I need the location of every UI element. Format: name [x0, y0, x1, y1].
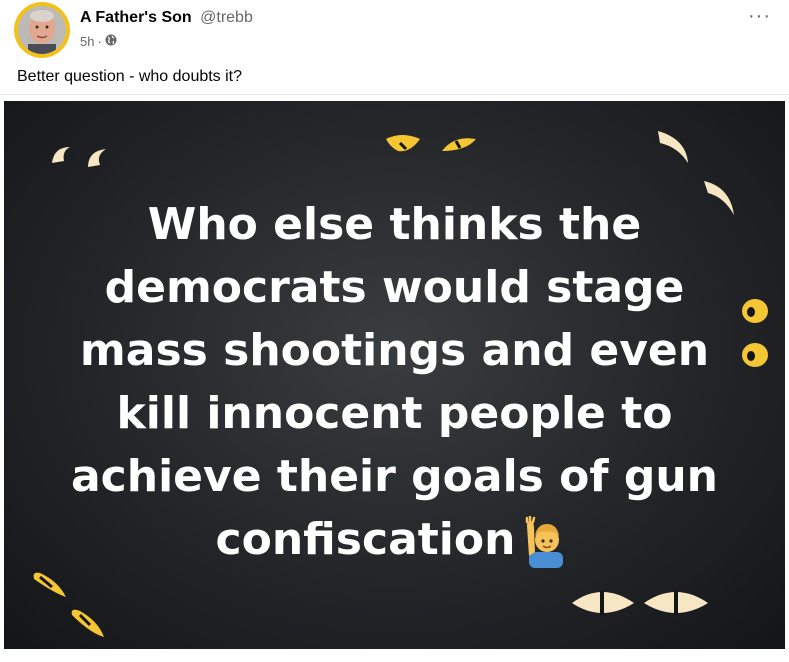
meme-line-6-wrap: confiscation	[4, 508, 785, 571]
facebook-post: A Father's Son @trebb 5h · ··· Better qu…	[0, 0, 789, 662]
eyes-bottom-left-decoration	[33, 572, 104, 637]
post-footer-space	[0, 649, 789, 662]
divider	[0, 94, 789, 95]
meme-line-5: achieve their goals of gun	[70, 451, 718, 502]
post-header: A Father's Son @trebb	[80, 8, 253, 28]
post-timestamp[interactable]: 5h	[80, 34, 94, 49]
post-image[interactable]: Who else thinks the democrats would stag…	[4, 101, 785, 649]
avatar[interactable]	[14, 2, 70, 58]
post-meta: 5h ·	[80, 34, 117, 49]
author-name[interactable]: A Father's Son	[80, 9, 192, 26]
meme-text: Who else thinks the democrats would stag…	[4, 193, 785, 571]
post-caption: Better question - who doubts it?	[17, 68, 243, 85]
eyes-bottom-right-decoration	[572, 591, 708, 615]
author-handle[interactable]: @trebb	[200, 9, 253, 26]
globe-icon	[105, 34, 117, 49]
person-raising-hand-emoji	[523, 514, 573, 568]
avatar-photo	[18, 6, 66, 54]
eyes-top-left-decoration	[52, 147, 106, 167]
meme-line-1: Who else thinks the	[147, 199, 642, 250]
meme-line-4: kill innocent people to	[116, 388, 673, 439]
meme-line-2: democrats would stage	[104, 262, 685, 313]
eyes-top-center-decoration	[386, 135, 476, 152]
meme-line-6: confiscation	[215, 514, 516, 565]
more-options-button[interactable]: ···	[748, 6, 771, 26]
meme-line-3: mass shootings and even	[79, 325, 710, 376]
meta-separator: ·	[97, 34, 102, 49]
